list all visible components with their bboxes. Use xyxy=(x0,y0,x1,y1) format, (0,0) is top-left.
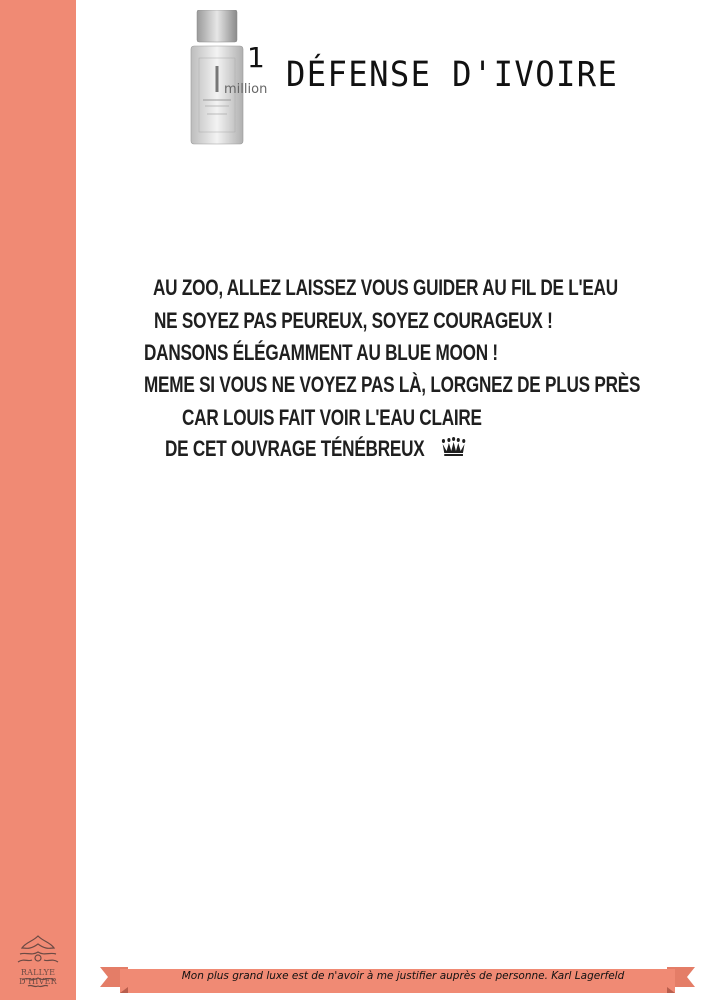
poem-line: CAR LOUIS FAIT VOIR L'EAU CLAIRE xyxy=(182,405,482,430)
logo-text: RALLYE D'HIVER xyxy=(19,968,57,986)
perfume-bottle-icon xyxy=(190,10,244,145)
rallye-logo: RALLYE D'HIVER xyxy=(6,930,70,994)
footer-quote: Mon plus grand luxe est de n'avoir à me … xyxy=(181,970,625,982)
brand-word: million xyxy=(224,82,268,97)
poem-line-text: DE CET OUVRAGE TÉNÉBREUX xyxy=(165,436,425,461)
crown-icon xyxy=(442,437,466,456)
brand-number: 1 xyxy=(247,41,265,74)
poem-line: MEME SI VOUS NE VOYEZ PAS LÀ, LORGNEZ DE… xyxy=(144,372,641,397)
left-accent-band xyxy=(0,0,76,1000)
poem-line: DANSONS ÉLÉGAMMENT AU BLUE MOON ! xyxy=(144,340,498,365)
poem-line: AU ZOO, ALLEZ LAISSEZ VOUS GUIDER AU FIL… xyxy=(153,275,618,300)
poem-line-last: DE CET OUVRAGE TÉNÉBREUX xyxy=(165,436,466,462)
poem-line: NE SOYEZ PAS PEUREUX, SOYEZ COURAGEUX ! xyxy=(154,308,553,333)
page-title: DÉFENSE D'IVOIRE xyxy=(286,55,619,95)
